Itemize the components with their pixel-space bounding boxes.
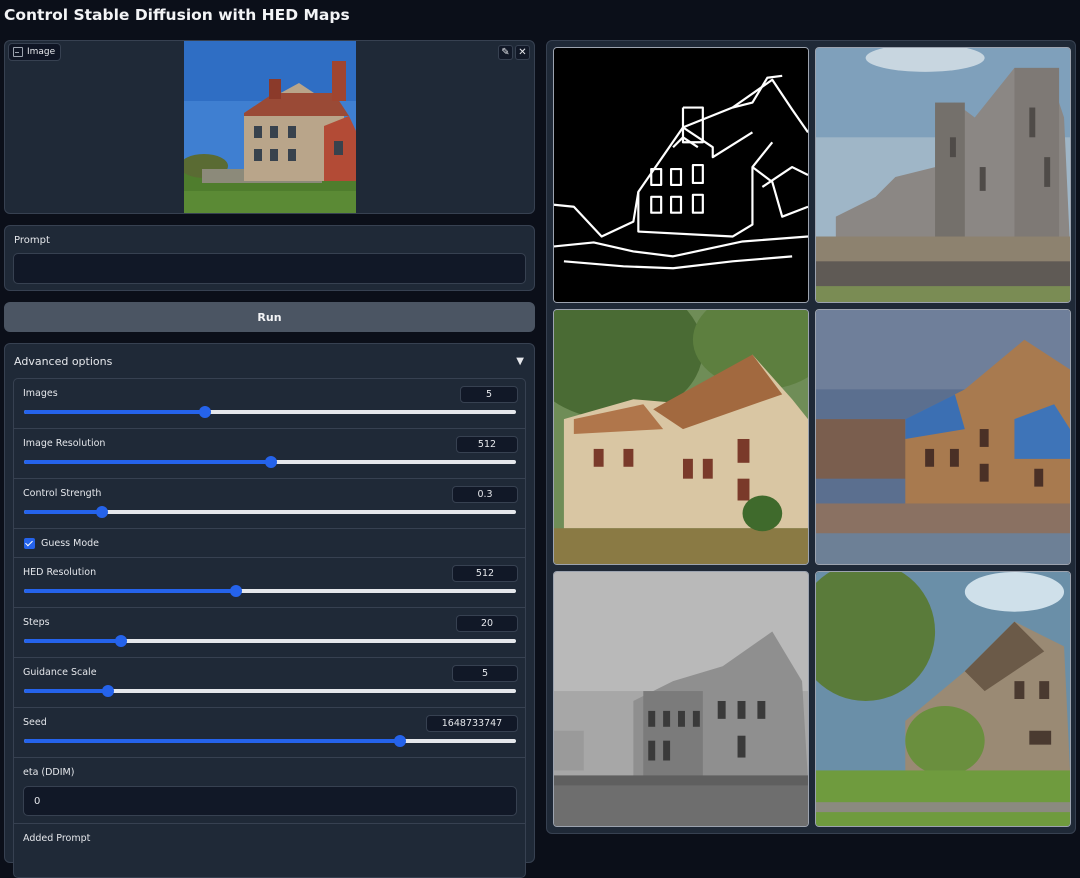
pencil-icon[interactable]: ✎ (498, 45, 513, 60)
images-row: Images 5 (14, 379, 525, 429)
triangle-down-icon[interactable]: ▼ (516, 356, 524, 367)
gallery-image-4[interactable] (553, 571, 809, 827)
added-prompt-row: Added Prompt (14, 824, 525, 877)
images-slider-thumb[interactable] (199, 406, 212, 418)
close-icon[interactable]: ✕ (515, 45, 530, 60)
gallery-image-5[interactable] (815, 571, 1071, 827)
control-strength-slider[interactable] (24, 506, 516, 518)
guidance-scale-row: Guidance Scale 5 (14, 658, 525, 708)
seed-slider[interactable] (24, 735, 516, 747)
hed-resolution-row: HED Resolution 512 (14, 558, 525, 608)
control-strength-slider-thumb[interactable] (95, 506, 108, 518)
painted-blue-roof-house-image (816, 310, 1070, 564)
prompt-panel: Prompt (4, 225, 535, 291)
page-title: Control Stable Diffusion with HED Maps (4, 6, 350, 24)
prompt-input[interactable] (13, 253, 526, 284)
added-prompt-label: Added Prompt (23, 833, 91, 844)
black-and-white-manor-image (554, 572, 808, 826)
guidance-scale-slider-thumb[interactable] (102, 685, 115, 697)
advanced-options-panel: Advanced options ▼ Images 5 Image Resolu… (4, 343, 535, 878)
gallery-image-3[interactable] (815, 309, 1071, 565)
run-button[interactable]: Run (4, 302, 535, 332)
hed-resolution-slider-thumb[interactable] (230, 585, 243, 597)
hed-edge-map-image (554, 48, 808, 302)
control-strength-number-input[interactable]: 0.3 (452, 486, 518, 503)
image-resolution-row: Image Resolution 512 (14, 429, 525, 479)
eta-row: eta (DDIM) 0 (14, 758, 525, 824)
overgrown-cottage-image (816, 572, 1070, 826)
guess-mode-row: Guess Mode (14, 529, 525, 558)
guess-mode-label: Guess Mode (41, 538, 100, 549)
seed-label: Seed (23, 717, 47, 728)
wooden-house-image (554, 310, 808, 564)
output-gallery (546, 40, 1076, 834)
image-resolution-slider-thumb[interactable] (264, 456, 277, 468)
steps-row: Steps 20 (14, 608, 525, 658)
prompt-label: Prompt (14, 235, 50, 246)
control-strength-row: Control Strength 0.3 (14, 479, 525, 529)
image-icon (13, 47, 23, 57)
castle-ruins-image (816, 48, 1070, 302)
hed-resolution-number-input[interactable]: 512 (452, 565, 518, 582)
steps-number-input[interactable]: 20 (456, 615, 518, 632)
gallery-image-1[interactable] (815, 47, 1071, 303)
hed-resolution-label: HED Resolution (23, 567, 97, 578)
image-input-panel[interactable]: Image ✎ ✕ (4, 40, 535, 214)
image-resolution-slider[interactable] (24, 456, 516, 468)
guidance-scale-number-input[interactable]: 5 (452, 665, 518, 682)
steps-slider-thumb[interactable] (115, 635, 128, 647)
image-resolution-label: Image Resolution (23, 438, 106, 449)
guidance-scale-slider[interactable] (24, 685, 516, 697)
seed-row: Seed 1648733747 (14, 708, 525, 758)
input-house-photo (184, 41, 356, 213)
image-resolution-number-input[interactable]: 512 (456, 436, 518, 453)
advanced-options-body: Images 5 Image Resolution 512 Control St… (13, 378, 526, 878)
image-input-label: Image (8, 43, 62, 61)
eta-label: eta (DDIM) (23, 767, 75, 778)
images-slider[interactable] (24, 406, 516, 418)
control-strength-label: Control Strength (23, 488, 102, 499)
advanced-options-toggle[interactable]: Advanced options (14, 355, 112, 368)
hed-resolution-slider[interactable] (24, 585, 516, 597)
images-label: Images (23, 388, 58, 399)
guess-mode-checkbox[interactable] (24, 538, 35, 549)
images-number-input[interactable]: 5 (460, 386, 518, 403)
seed-number-input[interactable]: 1648733747 (426, 715, 518, 732)
gallery-image-2[interactable] (553, 309, 809, 565)
steps-slider[interactable] (24, 635, 516, 647)
guidance-scale-label: Guidance Scale (23, 667, 97, 678)
gallery-image-hed-map[interactable] (553, 47, 809, 303)
steps-label: Steps (23, 617, 50, 628)
eta-input[interactable]: 0 (23, 786, 517, 816)
seed-slider-thumb[interactable] (393, 735, 406, 747)
